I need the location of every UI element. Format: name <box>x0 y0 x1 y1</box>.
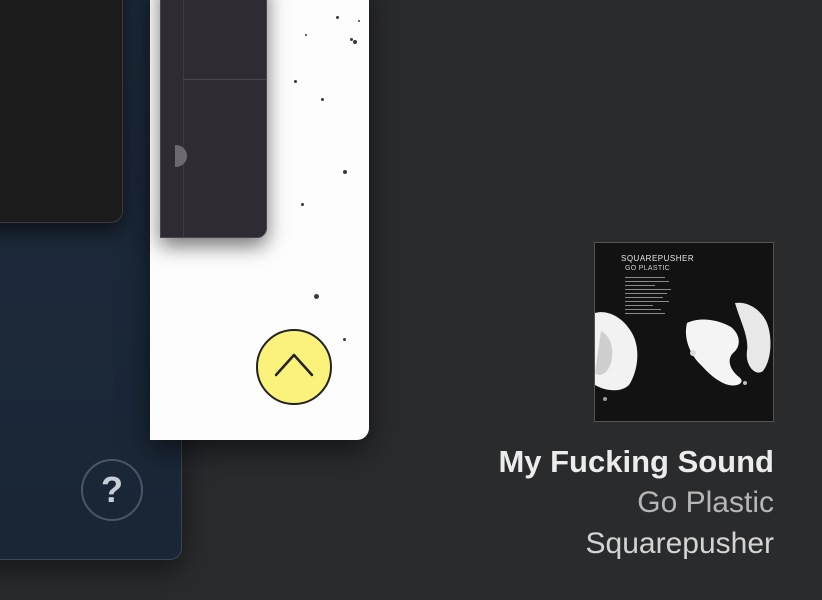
chevron-up-icon <box>274 353 314 377</box>
decorative-dot <box>321 98 324 101</box>
scroll-to-top-button[interactable] <box>256 329 332 405</box>
question-icon: ? <box>101 469 123 510</box>
album-art-tracklist <box>625 277 671 317</box>
divider <box>183 79 266 80</box>
decorative-dot <box>294 80 297 83</box>
decorative-dot <box>358 20 360 22</box>
window-preview-black[interactable] <box>0 0 123 223</box>
album-art[interactable]: SQUAREPUSHER GO PLASTIC <box>594 242 774 422</box>
decorative-dot <box>343 338 346 341</box>
album-art-album-text: GO PLASTIC <box>625 265 671 272</box>
decorative-dot <box>305 34 307 36</box>
decorative-dot <box>336 16 339 19</box>
album-art-image <box>595 243 773 421</box>
decorative-dot <box>314 294 319 299</box>
track-album: Go Plastic <box>637 486 774 519</box>
decorative-dot <box>343 170 347 174</box>
slider-knob <box>175 145 187 167</box>
window-preview-dark[interactable] <box>160 0 267 238</box>
decorative-dot <box>301 203 304 206</box>
divider <box>183 0 184 237</box>
album-art-artist-text: SQUAREPUSHER <box>621 254 695 263</box>
track-title: My Fucking Sound <box>498 444 774 479</box>
help-button[interactable]: ? <box>81 459 143 521</box>
track-artist: Squarepusher <box>585 527 774 560</box>
decorative-dot <box>353 40 357 44</box>
